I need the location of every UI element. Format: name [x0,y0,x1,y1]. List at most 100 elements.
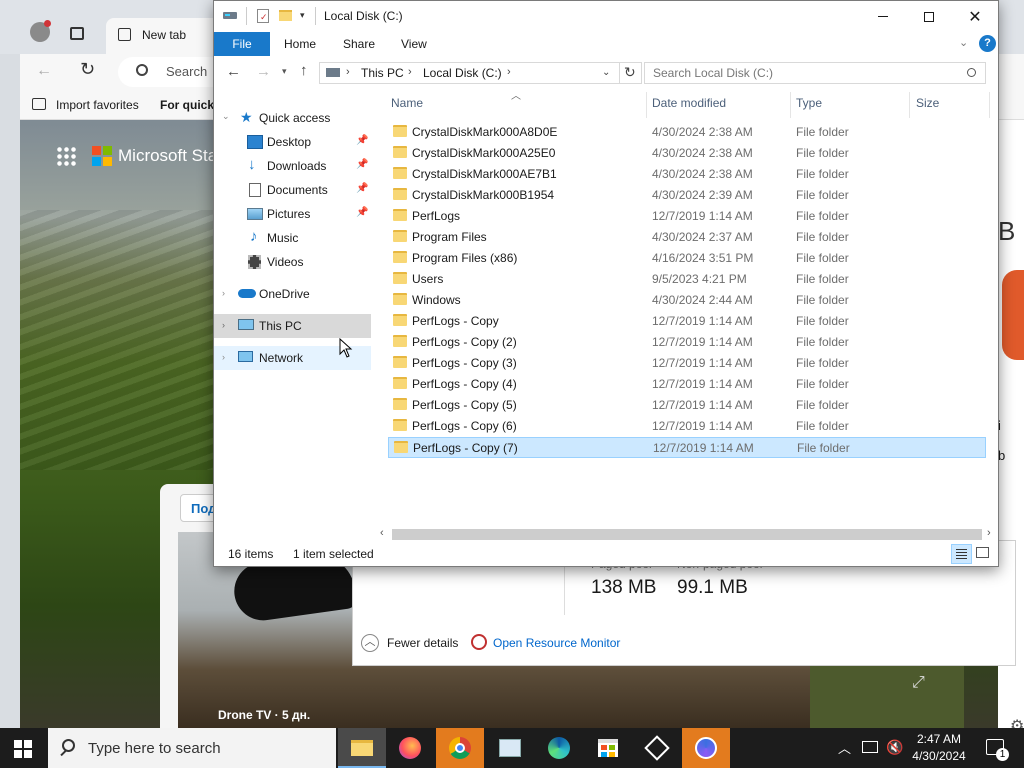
nav-desktop[interactable]: Desktop 📌 [214,130,371,154]
file-row[interactable]: CrystalDiskMark000A25E0 4/30/2024 2:38 AM… [388,143,986,164]
scroll-right-icon[interactable]: › [987,527,991,539]
file-explorer-window: ✓ ▾ Local Disk (C:) ✕ File Home Share Vi… [213,0,999,567]
file-row[interactable]: Program Files (x86) 4/16/2024 3:51 PM File… [388,248,986,269]
taskbar-app-store[interactable] [584,728,632,768]
side-news-card[interactable]: ⤢ [810,664,964,728]
file-row[interactable]: PerfLogs - Copy (3) 12/7/2019 1:14 AM File… [388,353,986,374]
browser-tab-new-tab[interactable]: New tab [106,18,224,54]
refresh-icon[interactable]: ↻ [80,59,95,80]
maximize-button[interactable] [906,1,952,32]
taskbar-clock-date[interactable]: 4/30/2024 [909,749,969,763]
app-icon [695,737,717,759]
expand-ribbon-icon[interactable]: ⌄ [959,36,968,49]
new-folder-icon[interactable] [279,10,292,21]
ribbon-tab-file[interactable]: File [214,32,270,56]
ribbon-tab-home[interactable]: Home [284,32,316,56]
up-icon[interactable]: ↑ [300,62,308,79]
taskbar-app-resource-monitor[interactable] [486,728,534,768]
tab-actions-icon[interactable] [70,27,84,40]
horizontal-scrollbar[interactable]: ‹ › [376,526,998,543]
file-row[interactable]: PerfLogs - Copy (6) 12/7/2019 1:14 AM File… [388,416,986,437]
column-header-size[interactable]: Size [916,96,939,110]
file-date-modified: 12/7/2019 1:14 AM [652,377,753,391]
nav-label: Pictures [267,207,311,221]
nav-onedrive[interactable]: › OneDrive [214,282,371,306]
nav-videos[interactable]: Videos [214,250,371,274]
breadcrumb-chevron-icon[interactable]: › [346,66,350,78]
large-icons-view-icon[interactable] [976,547,989,558]
network-status-icon[interactable] [862,741,878,753]
address-bar[interactable]: › This PC › Local Disk (C:) › ⌄ ↻ [319,62,642,84]
column-header-date[interactable]: Date modified [652,96,726,110]
expand-chevron-icon[interactable]: › [222,352,225,362]
taskbar-app-pinned[interactable] [682,728,730,768]
close-button[interactable]: ✕ [952,1,998,32]
taskbar-clock-time[interactable]: 2:47 AM [913,732,965,746]
windows-start-icon[interactable] [14,740,32,758]
fewer-details-button[interactable]: Fewer details [387,636,458,650]
file-row[interactable]: Program Files 4/30/2024 2:37 AM File folde… [388,227,986,248]
minimize-button[interactable] [860,1,906,32]
nav-label: Documents [267,183,328,197]
scrollbar-thumb[interactable] [392,529,982,540]
file-row[interactable]: CrystalDiskMark000AE7B1 4/30/2024 2:38 AM… [388,164,986,185]
nav-downloads[interactable]: ↓ Downloads 📌 [214,154,371,178]
nav-music[interactable]: ♪ Music [214,226,371,250]
forward-icon[interactable]: → [256,63,271,80]
taskbar-app-chrome[interactable] [436,728,484,768]
chevron-up-icon[interactable]: ︿ [361,634,379,652]
folder-icon [393,356,407,368]
refresh-icon[interactable]: ↻ [624,64,636,81]
nav-pictures[interactable]: Pictures 📌 [214,202,371,226]
file-row[interactable]: PerfLogs - Copy (2) 12/7/2019 1:14 AM File… [388,332,986,353]
resource-monitor-icon [499,739,521,757]
ribbon-tab-share[interactable]: Share [343,32,375,56]
expand-chevron-icon[interactable]: › [222,288,225,298]
collapse-chevron-icon[interactable]: ⌄ [222,111,230,122]
file-row[interactable]: CrystalDiskMark000B1954 4/30/2024 2:39 AM… [388,185,986,206]
breadcrumb-this-pc[interactable]: This PC [361,66,404,80]
recent-locations-icon[interactable]: ▾ [282,66,287,77]
search-box[interactable]: Search Local Disk (C:) [644,62,986,84]
breadcrumb-local-disk[interactable]: Local Disk (C:) [423,66,502,80]
expand-chevron-icon[interactable]: › [222,320,225,330]
back-arrow-icon[interactable]: ← [36,62,52,80]
nav-this-pc[interactable]: › This PC [214,314,371,338]
taskbar-search-box[interactable]: Type here to search [48,728,336,768]
taskbar-app-edge[interactable] [535,728,583,768]
breadcrumb-chevron-icon[interactable]: › [408,66,412,78]
show-hidden-icons-icon[interactable]: ︿ [838,738,851,757]
expand-icon[interactable]: ⤢ [912,674,925,692]
help-icon[interactable]: ? [979,35,996,52]
column-header-type[interactable]: Type [796,96,822,110]
taskbar-app-firefox[interactable] [386,728,434,768]
taskbar-app-file-explorer[interactable] [338,728,386,768]
details-view-icon[interactable] [951,544,972,564]
app-launcher-icon[interactable] [56,146,76,166]
address-dropdown-icon[interactable]: ⌄ [602,67,610,78]
ribbon-tab-view[interactable]: View [401,32,427,56]
file-row[interactable]: PerfLogs 12/7/2019 1:14 AM File folder [388,206,986,227]
file-row[interactable]: PerfLogs - Copy (4) 12/7/2019 1:14 AM File… [388,374,986,395]
volume-muted-icon[interactable]: 🔇 [886,739,903,756]
nav-documents[interactable]: Documents 📌 [214,178,371,202]
file-row[interactable]: PerfLogs - Copy (5) 12/7/2019 1:14 AM File… [388,395,986,416]
file-row[interactable]: PerfLogs - Copy 12/7/2019 1:14 AM File fol… [388,311,986,332]
favorites-item-quick[interactable]: For quick [160,98,214,112]
folder-icon [393,314,407,326]
file-row[interactable]: Users 9/5/2023 4:21 PM File folder [388,269,986,290]
file-row[interactable]: PerfLogs - Copy (7) 12/7/2019 1:14 AM File… [388,437,986,458]
properties-icon[interactable]: ✓ [257,9,269,23]
back-icon[interactable]: ← [226,63,241,80]
pictures-icon [247,208,263,220]
scroll-left-icon[interactable]: ‹ [380,527,384,539]
file-row[interactable]: Windows 4/30/2024 2:44 AM File folder [388,290,986,311]
breadcrumb-chevron-icon[interactable]: › [507,66,511,78]
taskbar-app-3d-viewer[interactable] [633,728,681,768]
customize-toolbar-icon[interactable]: ▾ [300,10,305,21]
open-resource-monitor-link[interactable]: Open Resource Monitor [493,636,620,650]
favorites-item-import[interactable]: Import favorites [56,98,139,112]
file-row[interactable]: CrystalDiskMark000A8D0E 4/30/2024 2:38 AM… [388,122,986,143]
column-header-name[interactable]: Name [391,96,423,110]
nav-quick-access[interactable]: ⌄ ★ Quick access [214,106,371,130]
